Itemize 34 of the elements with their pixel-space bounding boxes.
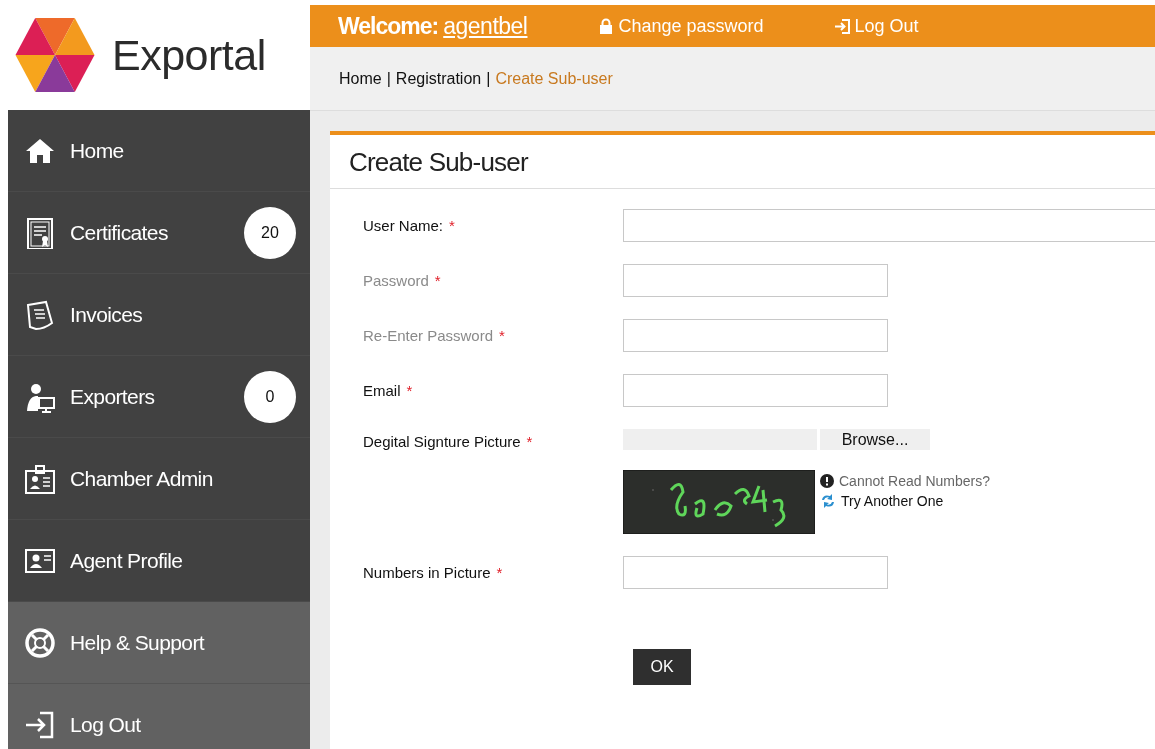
lifebuoy-icon <box>24 626 56 659</box>
input-field[interactable] <box>623 374 888 407</box>
field-label: User Name: * <box>363 217 456 234</box>
logo-text: Exportal <box>112 30 266 80</box>
breadcrumb-separator: | <box>486 69 491 88</box>
count-badge: 20 <box>244 206 296 259</box>
welcome-label: Welcome: <box>338 12 439 40</box>
certificate-icon <box>24 216 56 249</box>
browse-button[interactable]: Browse... <box>820 429 930 450</box>
breadcrumb-link[interactable]: Home <box>339 69 382 88</box>
logout-icon <box>833 17 850 35</box>
field-label: Password * <box>363 272 442 289</box>
input-field[interactable] <box>623 264 888 297</box>
sidebar-item[interactable]: Log Out <box>8 684 310 749</box>
help-link[interactable]: Cannot Read Numbers? <box>820 473 990 489</box>
id-badge-icon <box>24 462 56 495</box>
field-label: Re-Enter Password * <box>363 327 506 344</box>
input-field[interactable] <box>623 209 1155 242</box>
count-badge: 0 <box>244 370 296 423</box>
refresh-link[interactable]: Try Another One <box>820 493 990 509</box>
invoice-icon <box>24 298 56 331</box>
refresh-icon <box>820 493 836 509</box>
breadcrumb-link[interactable]: Registration <box>395 69 482 88</box>
lock-icon <box>599 18 614 34</box>
input-field[interactable] <box>623 319 888 352</box>
sidebar-item[interactable]: Help & Support <box>8 602 310 684</box>
info-icon <box>820 474 834 488</box>
field-label: Email * <box>363 382 414 399</box>
field-label: Numbers in Picture * <box>363 564 504 581</box>
field-label: Degital Signture Picture * <box>363 433 534 450</box>
breadcrumb-separator: | <box>386 69 391 88</box>
ok-button[interactable]: OK <box>633 649 691 685</box>
input-field[interactable] <box>623 556 888 589</box>
panel-title: Create Sub-user <box>330 135 1155 189</box>
